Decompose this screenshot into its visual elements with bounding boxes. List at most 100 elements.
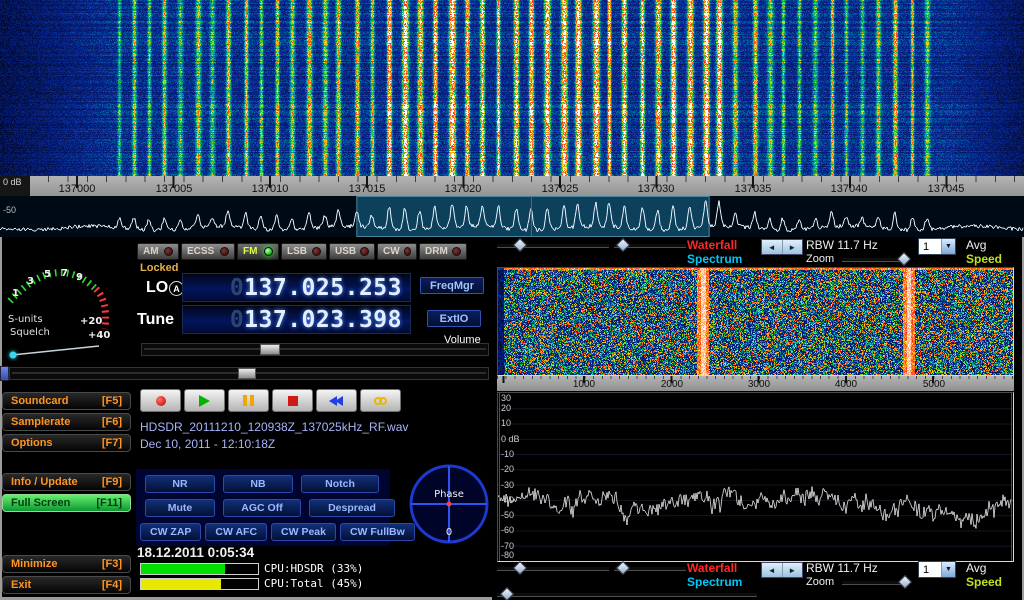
mode-button-ecss[interactable]: ECSS bbox=[181, 243, 235, 260]
audio-waterfall[interactable] bbox=[497, 267, 1014, 376]
zoom-slider[interactable] bbox=[842, 254, 908, 263]
s-meter-tick-label: 9 bbox=[76, 272, 83, 283]
despread-button[interactable]: Despread bbox=[309, 499, 395, 517]
cw-fullbw-button[interactable]: CW FullBw bbox=[340, 523, 415, 541]
minimize-button[interactable]: Minimize[F3] bbox=[2, 555, 131, 573]
rbw-spinner[interactable]: ◄► bbox=[761, 239, 803, 255]
db-axis-label: -50 bbox=[501, 510, 514, 520]
tune-frequency-display[interactable]: 0137.023.398 bbox=[182, 305, 411, 334]
phase-scope[interactable]: Phase 0 bbox=[406, 457, 492, 549]
tuning-wheel-thumb[interactable] bbox=[238, 368, 256, 379]
spectrum-tab[interactable]: Spectrum bbox=[687, 252, 742, 266]
pause-button[interactable] bbox=[228, 389, 269, 412]
avg-count-dropdown[interactable]: 1▼ bbox=[918, 238, 956, 255]
cw-afc-button[interactable]: CW AFC bbox=[205, 523, 267, 541]
db-axis-label: 30 bbox=[501, 393, 511, 403]
slider-thumb[interactable] bbox=[513, 561, 527, 575]
freqmgr-button[interactable]: FreqMgr bbox=[420, 277, 484, 294]
mode-label: LSB bbox=[287, 246, 307, 257]
rbw-spinner-bottom[interactable]: ◄► bbox=[761, 562, 803, 578]
main-waterfall[interactable] bbox=[0, 0, 1024, 176]
mode-button-cw[interactable]: CW bbox=[377, 243, 417, 260]
phase-center-dot bbox=[447, 502, 452, 507]
recording-filename: HDSDR_20111210_120938Z_137025kHz_RF.wav bbox=[140, 420, 408, 434]
decrease-arrow-icon[interactable]: ◄ bbox=[762, 563, 783, 577]
loop-button[interactable] bbox=[360, 389, 401, 412]
audio-spectrum[interactable]: 30 20 10 0 dB -10 -20 -30 -40 -50 -60 -7… bbox=[497, 392, 1014, 562]
cw-zap-button[interactable]: CW ZAP bbox=[140, 523, 201, 541]
audio-frequency-scale[interactable]: 1000 2000 3000 4000 5000 bbox=[497, 376, 1014, 391]
decrease-arrow-icon[interactable]: ◄ bbox=[762, 240, 783, 254]
button-label: Options bbox=[11, 437, 53, 449]
options-button[interactable]: Options[F7] bbox=[2, 434, 131, 452]
spectrum-db-mid-label: -50 bbox=[3, 205, 16, 215]
s-meter-tick-label: 5 bbox=[44, 269, 51, 280]
phase-value: 0 bbox=[446, 527, 452, 538]
waterfall-tab-bottom[interactable]: Waterfall bbox=[687, 561, 737, 575]
cpu-total-text: CPU:Total (45%) bbox=[264, 577, 363, 590]
extio-button[interactable]: ExtIO bbox=[427, 310, 481, 327]
zoom-slider-bottom[interactable] bbox=[842, 577, 908, 586]
exit-button[interactable]: Exit[F4] bbox=[2, 576, 131, 594]
slider-thumb[interactable] bbox=[898, 575, 912, 589]
slider-thumb[interactable] bbox=[500, 587, 514, 600]
play-button[interactable] bbox=[184, 389, 225, 412]
volume-slider-thumb[interactable] bbox=[260, 344, 280, 355]
dropdown-arrow-icon[interactable]: ▼ bbox=[941, 562, 955, 577]
cpu-total-meter bbox=[140, 578, 259, 590]
increase-arrow-icon[interactable]: ► bbox=[783, 563, 803, 577]
dropdown-arrow-icon[interactable]: ▼ bbox=[941, 239, 955, 254]
cw-peak-button[interactable]: CW Peak bbox=[271, 523, 336, 541]
info-update-button[interactable]: Info / Update[F9] bbox=[2, 473, 131, 491]
slider-thumb[interactable] bbox=[513, 238, 527, 252]
slider-thumb[interactable] bbox=[897, 252, 911, 266]
mute-button[interactable]: Mute bbox=[145, 499, 215, 517]
main-spectrum-canvas[interactable] bbox=[0, 196, 1024, 237]
avg-count-dropdown-bottom[interactable]: 1▼ bbox=[918, 561, 956, 578]
squelch-label[interactable]: Squelch bbox=[10, 327, 50, 338]
waterfall-brightness-slider-bottom[interactable] bbox=[497, 563, 609, 572]
agc-button[interactable]: AGC Off bbox=[223, 499, 301, 517]
squelch-slider-cap[interactable] bbox=[0, 366, 9, 381]
audio-scale-label: 1000 bbox=[564, 379, 604, 390]
waterfall-contrast-slider-bottom[interactable] bbox=[614, 563, 686, 572]
frequency-scale[interactable]: 137000 137005 137010 137015 137020 13702… bbox=[0, 176, 1024, 196]
audio-spectrum-canvas[interactable] bbox=[498, 393, 1013, 561]
db-axis-label: -80 bbox=[501, 550, 514, 560]
slider-thumb[interactable] bbox=[616, 238, 630, 252]
mode-led-icon bbox=[404, 247, 411, 256]
tune-frequency-leading-zero: 0 bbox=[230, 307, 244, 333]
samplerate-button[interactable]: Samplerate[F6] bbox=[2, 413, 131, 431]
soundcard-button[interactable]: Soundcard[F5] bbox=[2, 392, 131, 410]
waterfall-contrast-slider[interactable] bbox=[614, 240, 686, 249]
hotkey-label: [F5] bbox=[102, 395, 122, 407]
frequency-scale-label: 137035 bbox=[728, 183, 778, 195]
nr-button[interactable]: NR bbox=[145, 475, 215, 493]
nb-button[interactable]: NB bbox=[223, 475, 293, 493]
mode-led-icon bbox=[264, 247, 273, 256]
main-spectrum[interactable]: -50 bbox=[0, 196, 1024, 237]
volume-slider[interactable] bbox=[141, 343, 489, 356]
mode-button-am[interactable]: AM bbox=[137, 243, 179, 260]
notch-button[interactable]: Notch bbox=[301, 475, 379, 493]
spectrum-tab-bottom[interactable]: Spectrum bbox=[687, 575, 742, 589]
mode-label: USB bbox=[335, 246, 356, 257]
increase-arrow-icon[interactable]: ► bbox=[783, 240, 803, 254]
recording-timestamp: Dec 10, 2011 - 12:10:18Z bbox=[140, 437, 275, 451]
waterfall-tab[interactable]: Waterfall bbox=[687, 238, 737, 252]
control-panel: 1 3 5 7 9 +20 +40 S-units Squelch AM ECS… bbox=[0, 237, 1024, 600]
slider-thumb[interactable] bbox=[616, 561, 630, 575]
record-button[interactable] bbox=[140, 389, 181, 412]
mode-button-drm[interactable]: DRM bbox=[419, 243, 467, 260]
lo-frequency-display[interactable]: 0137.025.253 bbox=[182, 273, 411, 302]
mode-led-icon bbox=[452, 247, 461, 256]
waterfall-brightness-slider[interactable] bbox=[497, 240, 609, 249]
mode-button-fm[interactable]: FM bbox=[237, 243, 279, 260]
stop-button[interactable] bbox=[272, 389, 313, 412]
rewind-button[interactable] bbox=[316, 389, 357, 412]
speed-slider[interactable] bbox=[497, 589, 757, 598]
fullscreen-button[interactable]: Full Screen[F11] bbox=[2, 494, 131, 512]
tuning-wheel-slider[interactable] bbox=[9, 367, 489, 380]
mode-button-lsb[interactable]: LSB bbox=[281, 243, 327, 260]
mode-button-usb[interactable]: USB bbox=[329, 243, 375, 260]
